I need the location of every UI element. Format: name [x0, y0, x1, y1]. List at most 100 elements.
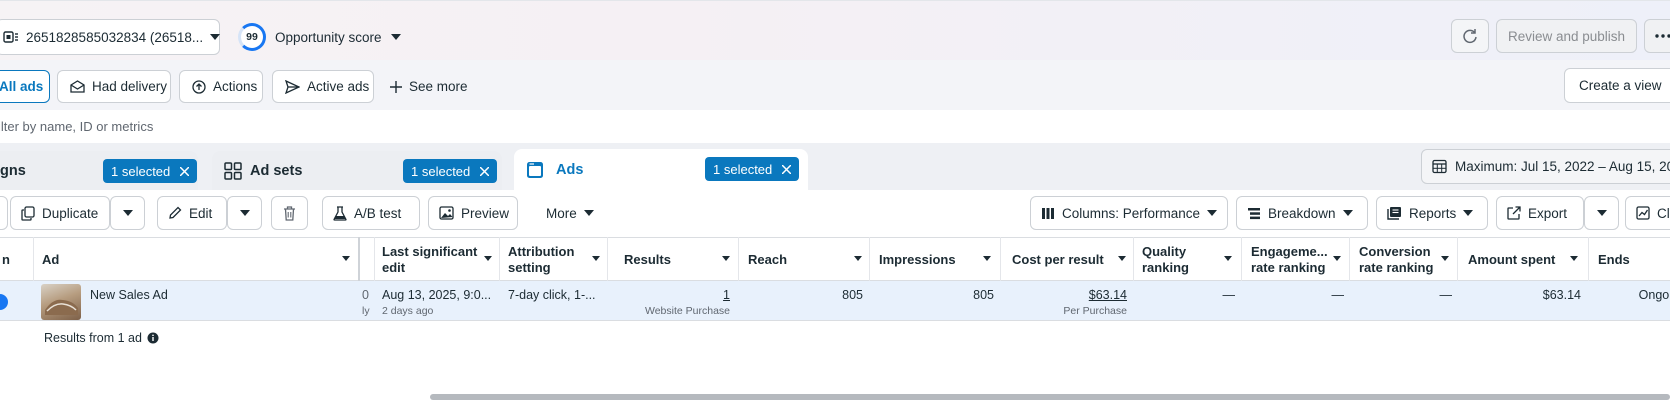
- sort-icon: [983, 256, 991, 261]
- filter-all-ads[interactable]: All ads: [0, 70, 50, 103]
- level-tabs: gns 1 selected Ad sets 1 selected Ads 1 …: [0, 143, 1670, 190]
- col-header-reach[interactable]: Reach: [742, 238, 870, 281]
- sort-icon: [1441, 256, 1449, 261]
- col-header-status[interactable]: n: [0, 238, 34, 281]
- account-selector[interactable]: 2651828585032834 (26518...: [0, 19, 221, 55]
- amount-spent-value: $63.14: [1542, 288, 1581, 302]
- duplicate-label: Duplicate: [42, 205, 99, 221]
- edit-dropdown[interactable]: [227, 196, 262, 230]
- filter-label: Actions: [213, 79, 258, 94]
- filter-label: Active ads: [307, 79, 370, 94]
- col-header-engagement-ranking[interactable]: Engageme... rate ranking: [1245, 238, 1349, 281]
- account-name: 2651828585032834 (26518...: [26, 29, 204, 45]
- breakdown-button[interactable]: Breakdown: [1236, 196, 1368, 230]
- duplicate-button[interactable]: Duplicate: [10, 196, 110, 230]
- filter-had-delivery[interactable]: Had delivery: [57, 70, 171, 103]
- flask-icon: [333, 205, 347, 221]
- columns-button[interactable]: Columns: Performance: [1030, 196, 1228, 230]
- col-header-cost-per-result[interactable]: Cost per result: [1006, 238, 1134, 281]
- table-row[interactable]: New Sales Ad 0 ly Aug 13, 2025, 9:0... 2…: [0, 281, 1670, 321]
- results-value[interactable]: 1: [618, 288, 730, 302]
- sort-icon: [1224, 256, 1232, 261]
- col-header-attribution[interactable]: Attribution setting: [502, 238, 608, 281]
- duplicate-dropdown[interactable]: [110, 196, 145, 230]
- conversion-ranking-value: —: [1439, 288, 1453, 302]
- chart-icon: [1636, 206, 1650, 220]
- col-header-impressions[interactable]: Impressions: [873, 238, 999, 281]
- sort-icon: [854, 256, 862, 261]
- date-range-picker[interactable]: Maximum: Jul 15, 2022 – Aug 15, 202: [1421, 149, 1670, 184]
- close-icon[interactable]: [180, 166, 190, 176]
- envelope-icon: [70, 80, 85, 93]
- delete-button[interactable]: [271, 196, 308, 230]
- filter-label: Had delivery: [92, 79, 168, 94]
- export-dropdown[interactable]: [1584, 196, 1619, 230]
- col-header-conversion-ranking[interactable]: Conversion rate ranking: [1353, 238, 1457, 281]
- col-header-amount-spent[interactable]: Amount spent: [1462, 238, 1586, 281]
- edit-button[interactable]: Edit: [157, 196, 227, 230]
- charts-button[interactable]: Cl: [1625, 196, 1670, 230]
- export-label: Export: [1528, 205, 1568, 221]
- sort-icon: [342, 256, 350, 261]
- col-header-label: Amount spent: [1468, 251, 1556, 267]
- copy-icon: [21, 205, 35, 221]
- col-header-label: Attribution: [508, 243, 575, 259]
- cost-per-result-subtext: Per Purchase: [1063, 305, 1127, 317]
- col-header-label: Quality: [1142, 243, 1187, 259]
- more-button[interactable]: More: [535, 196, 610, 230]
- cost-per-result-value[interactable]: $63.14: [1006, 288, 1127, 302]
- breakdown-label: Breakdown: [1268, 205, 1336, 221]
- columns-icon: [1041, 207, 1055, 220]
- create-button-edge[interactable]: [0, 196, 8, 230]
- col-header-label-2: edit: [382, 259, 406, 275]
- ads-selected-chip[interactable]: 1 selected: [705, 157, 800, 181]
- horizontal-scrollbar[interactable]: [430, 394, 1670, 400]
- selected-count: 1 selected: [411, 163, 471, 179]
- ad-name-link[interactable]: New Sales Ad: [90, 288, 168, 302]
- col-header-label: Cost per result: [1012, 251, 1104, 267]
- col-header-label: Impressions: [879, 251, 956, 267]
- col-header-ends[interactable]: Ends: [1592, 238, 1670, 281]
- campaigns-selected-chip[interactable]: 1 selected: [103, 159, 198, 183]
- arrow-up-circle-icon: [192, 79, 206, 94]
- preview-button[interactable]: Preview: [428, 196, 518, 230]
- info-icon[interactable]: [147, 332, 159, 344]
- col-header-ad[interactable]: Ad: [36, 238, 358, 281]
- search-input[interactable]: [0, 112, 798, 140]
- send-icon: [285, 79, 300, 94]
- review-and-publish-button[interactable]: Review and publish: [1496, 19, 1637, 53]
- reports-button[interactable]: Reports: [1376, 196, 1488, 230]
- col-header-label: Ad: [42, 251, 60, 267]
- opportunity-score-button[interactable]: 99 Opportunity score: [238, 21, 401, 53]
- chevron-down-icon: [239, 210, 250, 216]
- adsets-selected-chip[interactable]: 1 selected: [403, 159, 498, 183]
- quality-ranking-value: —: [1222, 288, 1236, 302]
- col-header-quality-ranking[interactable]: Quality ranking: [1136, 238, 1240, 281]
- date-range-label: Maximum: Jul 15, 2022 – Aug 15, 202: [1455, 159, 1670, 174]
- filter-active-ads[interactable]: Active ads: [272, 70, 374, 103]
- see-more-filters-button[interactable]: See more: [390, 70, 468, 103]
- col-header-label-2: setting: [508, 259, 551, 275]
- ellipsis-icon: [1655, 34, 1670, 38]
- more-options-button[interactable]: [1644, 19, 1670, 53]
- create-view-button[interactable]: Create a view: [1564, 68, 1670, 103]
- col-header-results[interactable]: Results: [618, 238, 738, 281]
- export-button[interactable]: Export: [1496, 196, 1584, 230]
- ab-test-button[interactable]: A/B test: [322, 196, 420, 230]
- selected-count: 1 selected: [111, 163, 171, 179]
- top-header: 2651828585032834 (26518... 99 Opportunit…: [0, 0, 1670, 60]
- search-bar: [0, 110, 1670, 143]
- chevron-down-icon: [1342, 210, 1353, 216]
- status-toggle[interactable]: [0, 294, 8, 310]
- results-subtext: Website Purchase: [644, 305, 730, 317]
- close-icon[interactable]: [480, 166, 490, 176]
- tab-campaigns-label: gns: [0, 162, 26, 179]
- refresh-button[interactable]: [1451, 19, 1489, 53]
- close-icon[interactable]: [782, 164, 792, 174]
- pencil-icon: [168, 206, 182, 220]
- selected-count: 1 selected: [713, 161, 773, 177]
- col-header-last-edit[interactable]: Last significant edit: [376, 238, 500, 281]
- charts-label: Cl: [1657, 205, 1670, 221]
- ad-thumbnail: [41, 284, 81, 320]
- filter-actions[interactable]: Actions: [179, 70, 263, 103]
